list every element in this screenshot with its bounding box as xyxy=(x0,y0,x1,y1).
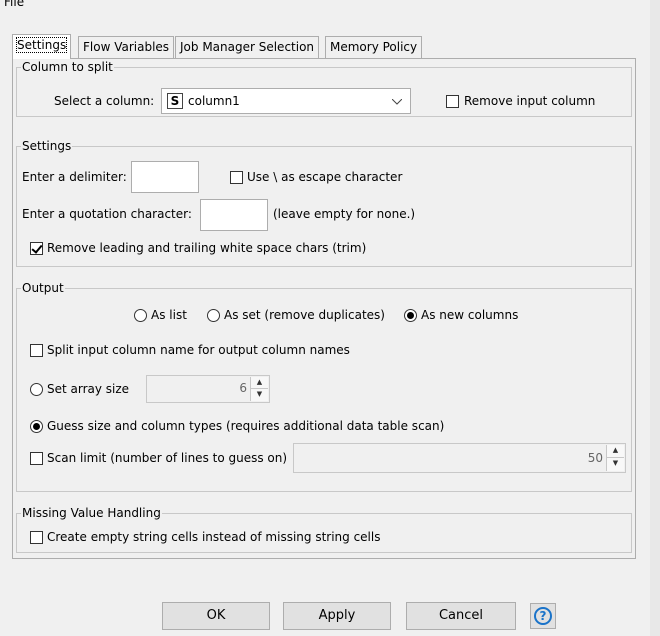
scan-limit-checkbox[interactable] xyxy=(30,452,43,465)
tab-job-manager-selection[interactable]: Job Manager Selection xyxy=(175,36,320,58)
chevron-down-icon xyxy=(392,99,402,105)
scan-limit-label: Scan limit (number of lines to guess on) xyxy=(47,451,288,465)
ok-button[interactable]: OK xyxy=(162,602,270,630)
as-set-label: As set (remove duplicates) xyxy=(224,308,385,322)
cancel-button[interactable]: Cancel xyxy=(406,602,516,630)
caret-up-icon[interactable]: ▲ xyxy=(251,377,268,389)
selected-column-value: column1 xyxy=(188,94,240,108)
delimiter-input[interactable] xyxy=(131,161,199,193)
missing-value-group: Missing Value Handling Create empty stri… xyxy=(16,505,632,553)
apply-button[interactable]: Apply xyxy=(283,602,391,630)
scan-limit-spinner[interactable]: 50 ▲ ▼ xyxy=(293,443,626,473)
settings-panel: Column to split Select a column: S colum… xyxy=(12,58,636,559)
as-set-radio[interactable] xyxy=(207,309,220,322)
as-list-label: As list xyxy=(151,308,187,322)
as-new-columns-radio[interactable] xyxy=(404,309,417,322)
trim-checkbox[interactable] xyxy=(30,242,43,255)
window-edge xyxy=(650,0,660,636)
scan-limit-spinner-buttons: ▲ ▼ xyxy=(606,445,624,471)
as-new-columns-label: As new columns xyxy=(421,308,519,322)
output-group: Output As list As set (remove duplicates… xyxy=(16,280,632,492)
escape-character-label: Use \ as escape character xyxy=(247,170,403,184)
split-column-names-label: Split input column name for output colum… xyxy=(47,343,350,357)
settings-group: Settings Enter a delimiter: Use \ as esc… xyxy=(16,138,632,267)
array-size-value: 6 xyxy=(239,381,247,395)
select-column-label: Select a column: xyxy=(54,94,155,108)
remove-input-column-checkbox[interactable] xyxy=(446,95,459,108)
output-legend: Output xyxy=(21,280,65,296)
guess-size-radio[interactable] xyxy=(30,420,43,433)
array-size-spinner-buttons: ▲ ▼ xyxy=(250,377,268,401)
missing-value-legend: Missing Value Handling xyxy=(21,505,162,521)
column-to-split-legend: Column to split xyxy=(21,59,114,75)
set-array-size-label: Set array size xyxy=(47,382,130,396)
help-icon: ? xyxy=(534,607,552,625)
menu-bar: File xyxy=(0,0,660,12)
quotation-label: Enter a quotation character: xyxy=(22,207,192,221)
trim-label: Remove leading and trailing white space … xyxy=(47,241,367,255)
string-type-icon: S xyxy=(167,93,183,109)
column-to-split-group: Column to split Select a column: S colum… xyxy=(16,59,632,117)
guess-size-label: Guess size and column types (requires ad… xyxy=(47,419,445,433)
set-array-size-radio[interactable] xyxy=(30,383,43,396)
tab-memory-policy[interactable]: Memory Policy xyxy=(325,36,423,58)
caret-up-icon[interactable]: ▲ xyxy=(607,445,624,458)
as-list-radio[interactable] xyxy=(134,309,147,322)
remove-input-column-label: Remove input column xyxy=(464,94,596,108)
delimiter-label: Enter a delimiter: xyxy=(22,170,127,184)
settings-legend: Settings xyxy=(21,138,73,154)
empty-string-cells-label: Create empty string cells instead of mis… xyxy=(47,530,381,544)
column-select-dropdown[interactable]: S column1 xyxy=(161,88,411,114)
tab-flow-variables[interactable]: Flow Variables xyxy=(78,36,175,58)
array-size-spinner[interactable]: 6 ▲ ▼ xyxy=(146,375,270,403)
escape-character-checkbox[interactable] xyxy=(230,171,243,184)
split-column-names-checkbox[interactable] xyxy=(30,344,43,357)
scan-limit-value: 50 xyxy=(587,451,603,465)
caret-down-icon[interactable]: ▼ xyxy=(607,458,624,471)
caret-down-icon[interactable]: ▼ xyxy=(251,389,268,401)
empty-string-cells-checkbox[interactable] xyxy=(30,531,43,544)
menu-file[interactable]: File xyxy=(4,0,24,9)
tab-settings[interactable]: Settings xyxy=(12,34,72,59)
quotation-hint: (leave empty for none.) xyxy=(273,207,416,221)
help-button[interactable]: ? xyxy=(530,603,556,629)
quotation-input[interactable] xyxy=(200,199,268,231)
